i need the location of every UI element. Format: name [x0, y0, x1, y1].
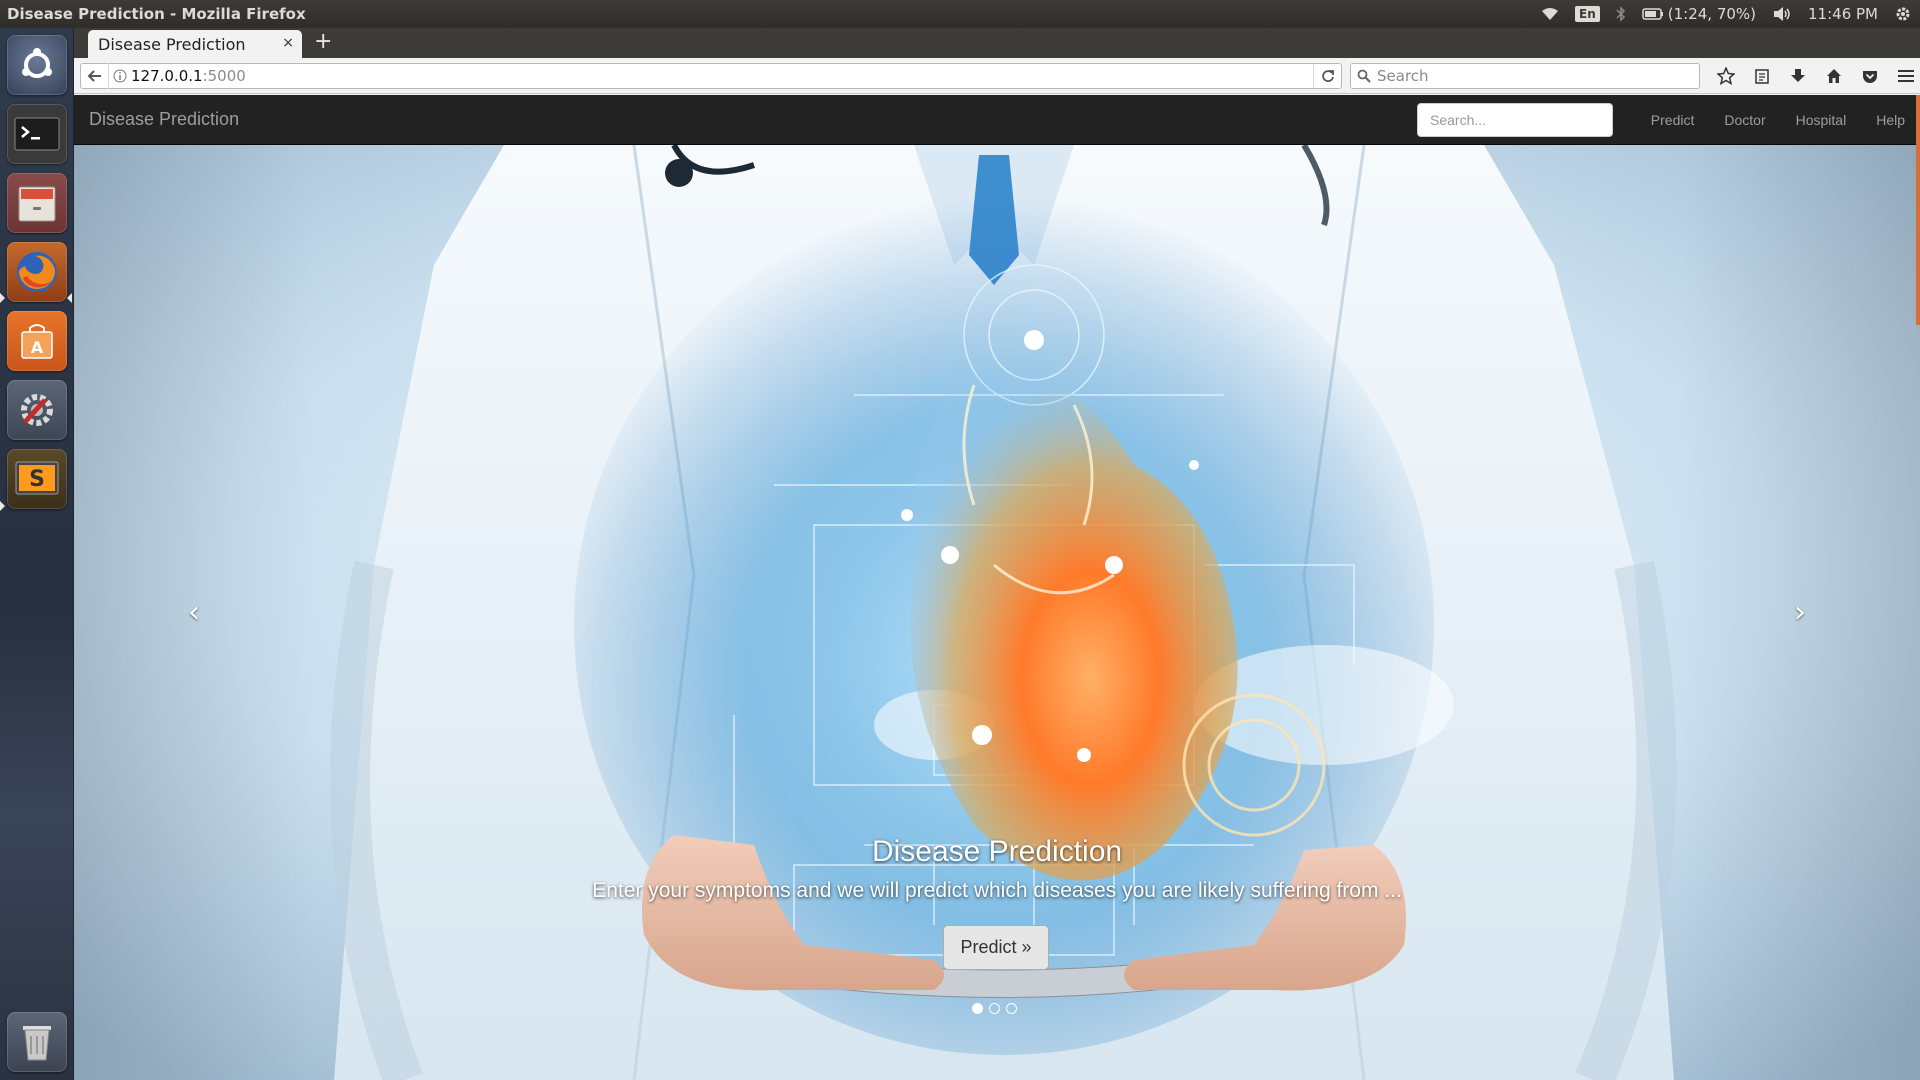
ubuntu-logo-icon — [22, 48, 52, 78]
launcher-ubuntu-dash[interactable] — [7, 35, 67, 95]
site-search-input[interactable] — [1417, 103, 1613, 137]
downloads-button[interactable] — [1780, 63, 1816, 89]
toolbar-icons — [1708, 63, 1920, 89]
launcher-trash[interactable] — [7, 1012, 67, 1072]
gear-wrench-icon — [21, 394, 53, 426]
page-viewport: Disease Prediction Predict Doctor Hospit… — [74, 95, 1920, 1080]
launcher-sublime-text[interactable]: S — [7, 449, 67, 509]
star-icon — [1717, 67, 1735, 85]
launcher-system-settings[interactable] — [7, 380, 67, 440]
carousel-indicator-1[interactable] — [972, 1003, 983, 1014]
bookmarks-menu-button[interactable] — [1744, 63, 1780, 89]
battery-icon — [1642, 8, 1663, 20]
reload-button[interactable] — [1313, 64, 1341, 88]
search-icon — [1357, 69, 1371, 83]
navbar-links: Predict Doctor Hospital Help — [1636, 95, 1920, 145]
predict-button[interactable]: Predict » — [943, 925, 1049, 970]
tab-strip: Disease Prediction × + — [74, 28, 1920, 58]
home-icon — [1827, 69, 1841, 83]
new-tab-button[interactable]: + — [314, 31, 332, 53]
pocket-icon — [1863, 71, 1877, 83]
home-button[interactable] — [1816, 63, 1852, 89]
back-button[interactable] — [81, 63, 109, 89]
hero-carousel: ‹ › Disease Prediction Enter your sympto… — [74, 145, 1920, 1080]
reload-icon — [1321, 70, 1334, 82]
back-arrow-icon — [87, 70, 101, 82]
carousel-prev-button[interactable]: ‹ — [74, 145, 314, 1080]
svg-text:S: S — [29, 467, 45, 492]
chevron-right-icon: › — [1794, 595, 1806, 630]
bookmark-star-button[interactable] — [1708, 63, 1744, 89]
terminal-icon — [14, 117, 60, 151]
nav-link-help[interactable]: Help — [1861, 95, 1920, 145]
launcher-focused-pip — [67, 293, 72, 303]
launcher-firefox[interactable] — [7, 242, 67, 302]
keyboard-layout-indicator[interactable]: En — [1567, 0, 1608, 28]
battery-label: (1:24, 70%) — [1667, 5, 1757, 23]
site-info-icon[interactable] — [109, 69, 131, 83]
url-port: :5000 — [202, 67, 246, 85]
nav-link-hospital[interactable]: Hospital — [1781, 95, 1862, 145]
browser-search-input[interactable] — [1377, 67, 1677, 85]
carousel-next-button[interactable]: › — [1680, 145, 1920, 1080]
firefox-window: Disease Prediction × + 127.0.0.1 :5000 S… — [74, 28, 1920, 1080]
battery-indicator[interactable]: (1:24, 70%) — [1634, 0, 1764, 28]
clipboard-icon — [1755, 69, 1769, 84]
url-host: 127.0.0.1 — [131, 67, 203, 85]
nav-link-predict[interactable]: Predict — [1636, 95, 1710, 145]
site-navbar: Disease Prediction Predict Doctor Hospit… — [74, 95, 1920, 145]
launcher-terminal[interactable] — [7, 104, 67, 164]
session-gear-icon[interactable] — [1886, 0, 1920, 28]
carousel-indicators — [972, 1003, 1017, 1014]
sublime-icon: S — [15, 461, 59, 495]
launcher-running-pip — [0, 293, 5, 303]
shopping-bag-icon: A — [21, 324, 53, 359]
file-cabinet-icon — [18, 186, 56, 222]
launcher-files[interactable] — [7, 173, 67, 233]
nav-link-doctor[interactable]: Doctor — [1709, 95, 1780, 145]
panel-indicators: En (1:24, 70%) 11:46 PM — [1533, 0, 1920, 28]
window-title: Disease Prediction - Mozilla Firefox — [7, 5, 306, 23]
hero-subtitle: Enter your symptoms and we will predict … — [592, 879, 1402, 902]
tab-close-button[interactable]: × — [282, 35, 294, 51]
tab-title: Disease Prediction — [98, 34, 246, 54]
hamburger-menu-button[interactable] — [1888, 63, 1920, 89]
unity-launcher: A S — [0, 28, 74, 1080]
volume-icon[interactable] — [1764, 0, 1800, 28]
nav-toolbar: 127.0.0.1 :5000 — [74, 58, 1920, 94]
clock[interactable]: 11:46 PM — [1800, 0, 1886, 28]
tab-disease-prediction[interactable]: Disease Prediction × — [88, 30, 302, 58]
chevron-left-icon: ‹ — [188, 595, 200, 630]
url-bar[interactable]: 127.0.0.1 :5000 — [80, 63, 1342, 89]
keyboard-layout-label: En — [1575, 6, 1600, 22]
firefox-icon — [17, 252, 57, 292]
launcher-software-center[interactable]: A — [7, 311, 67, 371]
download-arrow-icon — [1791, 69, 1805, 82]
launcher-running-pip — [0, 501, 5, 511]
bluetooth-icon[interactable] — [1608, 0, 1634, 28]
pocket-button[interactable] — [1852, 63, 1888, 89]
page-scrollbar-thumb[interactable] — [1916, 95, 1920, 325]
carousel-indicator-3[interactable] — [1006, 1003, 1017, 1014]
carousel-indicator-2[interactable] — [989, 1003, 1000, 1014]
svg-text:A: A — [31, 338, 44, 357]
navbar-brand[interactable]: Disease Prediction — [89, 109, 239, 130]
wifi-icon[interactable] — [1533, 0, 1567, 28]
hamburger-icon — [1898, 70, 1914, 82]
top-panel: Disease Prediction - Mozilla Firefox En … — [0, 0, 1920, 28]
browser-search-bar[interactable] — [1350, 63, 1700, 89]
hero-title: Disease Prediction — [871, 835, 1123, 868]
trash-icon — [23, 1026, 51, 1061]
